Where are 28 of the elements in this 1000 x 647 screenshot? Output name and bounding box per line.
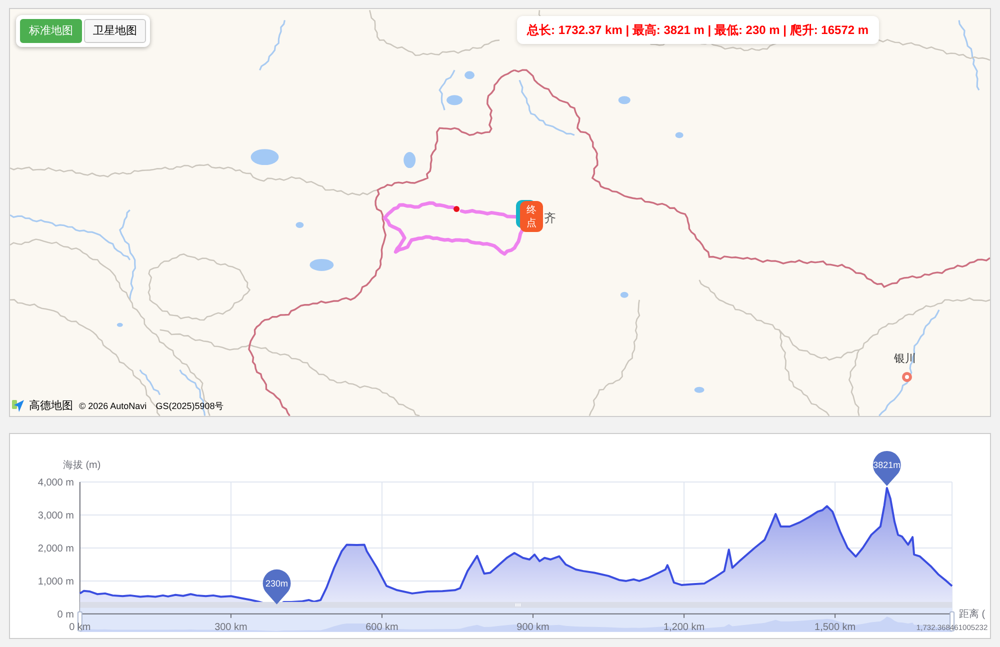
end-marker: 终点 xyxy=(520,201,543,232)
x-axis-label: 0 km xyxy=(69,622,91,633)
copyright-text: © 2026 AutoNavi xyxy=(79,402,147,410)
city-label: 银川 xyxy=(894,354,916,365)
map-logo-icon xyxy=(12,400,24,412)
y-axis-label: 1,000 m xyxy=(38,576,74,588)
y-axis-label: 3,000 m xyxy=(38,510,74,522)
x-axis-label: 300 km xyxy=(214,622,248,633)
annotation: 230m xyxy=(266,578,288,589)
elevation-pin: 3821m xyxy=(872,451,901,486)
location-dot-icon xyxy=(902,372,912,382)
annotation: 3821m xyxy=(873,460,901,470)
y-axis-label: 4,000 m xyxy=(38,478,74,489)
map-type-button[interactable]: 卫星地图 xyxy=(84,19,146,43)
x-axis-label: 900 km xyxy=(516,622,550,633)
y-axis-title: 海拔 (m) xyxy=(62,460,101,472)
y-axis-label: 0 m xyxy=(57,609,74,620)
elevation-pin: 230m xyxy=(262,569,291,604)
x-axis-label: 1,500 km xyxy=(814,622,856,633)
x-axis-label: 1,200 km xyxy=(664,622,705,633)
y-axis-label: 2,000 m xyxy=(38,543,74,554)
license-text: GS(2025)5908号 xyxy=(156,402,224,410)
route-stats: 总长: 1732.37 km | 最高: 3821 m | 最低: 230 m | 爬升: 16572 m xyxy=(517,16,879,44)
x-axis-label: 600 km xyxy=(366,622,398,633)
map-logo-text: 高德地图 xyxy=(29,400,73,412)
x-axis-title: 距离 ( xyxy=(959,608,986,620)
place-label: 齐 xyxy=(544,212,556,224)
waypoint-dot-icon xyxy=(454,206,460,212)
